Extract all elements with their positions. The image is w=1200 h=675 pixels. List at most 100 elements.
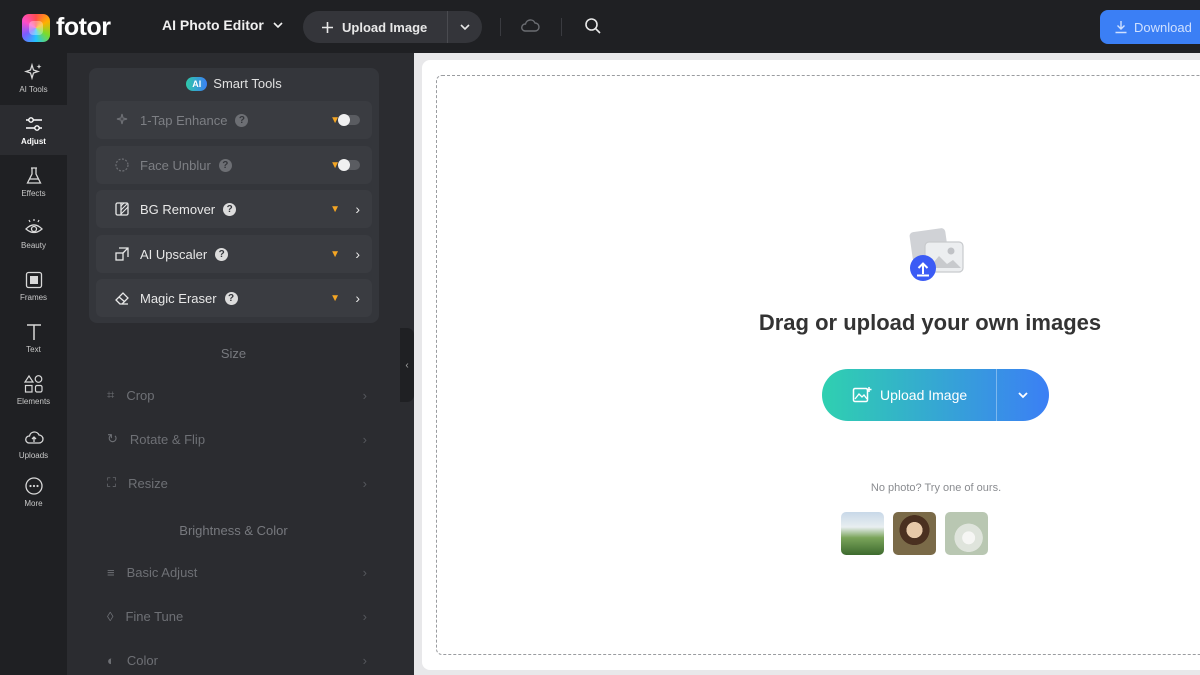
help-icon[interactable]: ?	[224, 291, 238, 305]
rotate-icon: ↻	[107, 431, 118, 446]
editor-menu-dropdown[interactable]: AI Photo Editor	[162, 17, 284, 33]
nav-item-frames[interactable]: Frames	[0, 261, 67, 311]
divider	[561, 18, 562, 36]
chevron-right-icon: ›	[362, 431, 367, 447]
upload-image-main-button[interactable]: Upload Image	[822, 369, 1049, 421]
basic-adjust-icon: ≡	[107, 565, 115, 580]
premium-crown-icon: ▼	[330, 203, 340, 215]
ai-badge: AI	[186, 76, 208, 91]
nav-item-effects[interactable]: Effects	[0, 157, 67, 207]
bc-item-fine-tune[interactable]: ◊ Fine Tune ›	[107, 609, 367, 624]
enhance-toggle[interactable]	[338, 114, 360, 126]
nav-item-elements[interactable]: Elements	[0, 365, 67, 415]
collapse-panel-button[interactable]: ‹	[400, 328, 414, 402]
image-add-icon	[852, 387, 872, 403]
nav-label: More	[24, 499, 43, 508]
shapes-icon	[23, 374, 43, 393]
cloud-upload-icon	[24, 431, 44, 444]
eye-icon	[24, 219, 43, 234]
crop-icon: ⌗	[107, 387, 115, 402]
smart-tools-header: AI Smart Tools	[89, 76, 379, 91]
sample-image-flower[interactable]	[945, 512, 988, 555]
nav-item-text[interactable]: Text	[0, 313, 67, 363]
help-icon[interactable]: ?	[218, 158, 232, 172]
size-item-resize[interactable]: ⛶ Resize ›	[107, 475, 367, 491]
nav-label: AI Tools	[19, 85, 48, 94]
help-icon[interactable]: ?	[215, 247, 229, 261]
nav-label: Beauty	[21, 241, 46, 250]
nav-label: Effects	[21, 189, 46, 198]
chevron-right-icon: ›	[355, 246, 360, 262]
tool-ai-upscaler[interactable]: AI Upscaler ? ▼ ›	[96, 235, 372, 273]
nav-label: Adjust	[21, 137, 46, 146]
upload-image-top-label: Upload Image	[342, 19, 428, 35]
frame-icon	[25, 271, 42, 289]
download-label: Download	[1134, 19, 1192, 35]
sparkles-icon	[23, 62, 41, 81]
upload-image-top-button[interactable]: Upload Image	[303, 11, 482, 43]
face-icon	[115, 158, 129, 172]
color-icon: ◐	[107, 653, 115, 668]
premium-crown-icon: ▼	[330, 292, 340, 304]
row-label: Rotate & Flip	[129, 431, 206, 447]
plus-icon	[322, 21, 333, 33]
size-item-rotate-flip[interactable]: ↻ Rotate & Flip ›	[107, 431, 367, 447]
row-label: Crop	[126, 387, 155, 403]
row-label: Resize	[128, 475, 168, 491]
row-label: Basic Adjust	[126, 565, 198, 580]
tool-magic-eraser[interactable]: Magic Eraser ? ▼ ›	[96, 279, 372, 317]
nav-item-more[interactable]: More	[0, 467, 67, 517]
flask-icon	[25, 167, 42, 184]
row-label: Fine Tune	[125, 609, 184, 624]
nav-item-adjust[interactable]: Adjust	[0, 105, 67, 155]
size-item-crop[interactable]: ⌗ Crop ›	[107, 387, 367, 403]
chevron-down-icon	[460, 24, 470, 31]
tool-label: 1-Tap Enhance	[140, 112, 228, 128]
chevron-right-icon: ›	[362, 475, 367, 491]
brand-name: fotor	[56, 13, 111, 41]
eraser-icon	[115, 292, 129, 305]
download-icon	[1115, 21, 1127, 34]
chevron-right-icon: ›	[355, 290, 360, 306]
canvas-area: Drag or upload your own images Upload Im…	[414, 53, 1200, 675]
nav-item-beauty[interactable]: Beauty	[0, 209, 67, 259]
download-button[interactable]: Download	[1100, 10, 1200, 44]
upload-options-dropdown[interactable]	[448, 21, 482, 33]
more-icon	[24, 477, 43, 495]
left-navigation: AI Tools Adjust Effects Beauty Frames Te…	[0, 53, 67, 675]
size-section-title: Size	[220, 346, 247, 361]
bc-item-color[interactable]: ◐ Color ›	[107, 653, 367, 668]
droplet-icon: ◊	[107, 609, 114, 624]
face-unblur-toggle[interactable]	[338, 159, 360, 171]
brightness-color-section-title: Brightness & Color	[179, 523, 288, 538]
sample-image-portrait[interactable]	[893, 512, 936, 555]
nav-item-ai-tools[interactable]: AI Tools	[0, 53, 67, 103]
premium-crown-icon: ▼	[330, 248, 340, 260]
smart-tools-card: AI Smart Tools 1-Tap Enhance ? ▼ Face Un…	[89, 68, 379, 323]
upload-card: Drag or upload your own images Upload Im…	[422, 60, 1200, 670]
fotor-logo[interactable]: fotor	[22, 13, 111, 42]
help-icon[interactable]: ?	[223, 202, 237, 216]
tool-label: BG Remover	[140, 201, 216, 217]
smart-tools-title: Smart Tools	[213, 76, 282, 91]
tool-label: Face Unblur	[140, 157, 211, 173]
resize-icon: ⛶	[107, 475, 117, 490]
nav-item-uploads[interactable]: Uploads	[0, 419, 67, 469]
help-icon[interactable]: ?	[235, 113, 249, 127]
sample-image-landscape[interactable]	[841, 512, 884, 555]
tool-face-unblur[interactable]: Face Unblur ? ▼	[96, 146, 372, 184]
cloud-save-icon[interactable]	[520, 17, 540, 40]
nav-label: Frames	[19, 293, 48, 302]
bc-item-basic-adjust[interactable]: ≡ Basic Adjust ›	[107, 565, 367, 580]
upload-image-main-label: Upload Image	[880, 387, 968, 403]
search-icon[interactable]	[584, 17, 602, 40]
tool-label: Magic Eraser	[140, 290, 217, 306]
upload-photo-icon	[909, 228, 964, 281]
upload-source-dropdown[interactable]	[997, 388, 1049, 402]
sliders-icon	[25, 117, 42, 131]
enhance-icon	[116, 113, 128, 125]
drag-upload-title: Drag or upload your own images	[758, 310, 1102, 335]
tool-bg-remover[interactable]: BG Remover ? ▼ ›	[96, 190, 372, 228]
tool-1-tap-enhance[interactable]: 1-Tap Enhance ? ▼	[96, 101, 372, 139]
drop-zone[interactable]: Drag or upload your own images Upload Im…	[436, 75, 1200, 655]
